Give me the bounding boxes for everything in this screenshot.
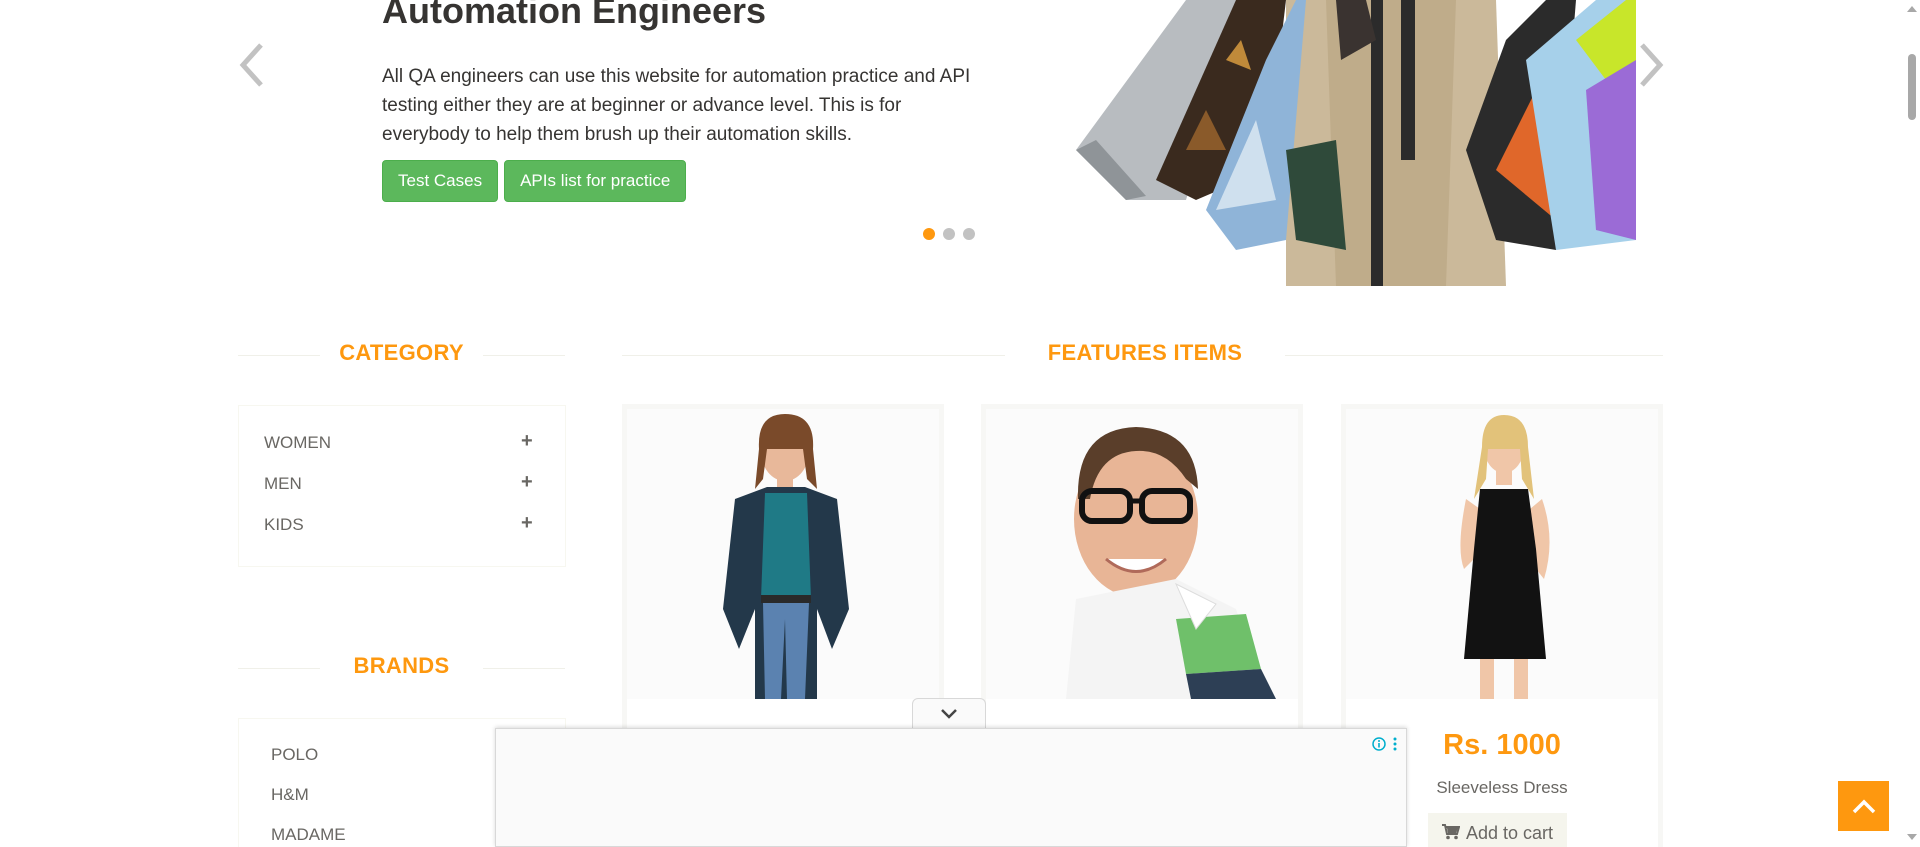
ad-banner[interactable] [495,728,1407,847]
scroll-thumb[interactable] [1908,54,1916,120]
ad-controls [1372,737,1398,751]
features-items-title: FEATURES ITEMS [1047,340,1243,365]
category-men[interactable]: MEN [264,474,302,494]
chevron-left-icon [239,43,263,87]
product-image-sleeveless-dress [1346,409,1658,699]
scroll-up-arrow-icon[interactable] [1907,6,1917,12]
category-title: CATEGORY [339,340,464,365]
product-image-man-polo [986,409,1298,699]
carousel: Automation Engineers All QA engineers ca… [0,0,1920,286]
chevron-right-icon [1640,43,1664,87]
slide-title: Automation Engineers [382,0,767,31]
apis-list-button[interactable]: APIs list for practice [504,160,687,202]
carousel-prev-arrow[interactable] [233,40,273,90]
page-scrollbar[interactable] [1903,0,1920,847]
features-divider-right [1285,355,1663,356]
features-divider-left [622,355,1005,356]
test-cases-button[interactable]: Test Cases [382,160,499,202]
slide-description: All QA engineers can use this website fo… [382,66,971,145]
chevron-down-icon [941,708,957,719]
shopping-cart-icon [1442,814,1461,847]
carousel-dot-1[interactable] [923,228,935,240]
ad-collapse-toggle[interactable] [912,698,986,728]
plus-icon[interactable]: + [521,471,533,494]
category-women[interactable]: WOMEN [264,433,331,453]
carousel-indicators [923,228,975,240]
more-options-icon[interactable] [1392,737,1398,751]
carousel-dot-2[interactable] [943,228,955,240]
category-divider-right [483,355,565,356]
brands-title: BRANDS [353,653,450,678]
category-kids[interactable]: KIDS [264,515,304,535]
slide-buttons: Test Cases APIs list for practice [382,160,687,202]
add-to-cart-label: Add to cart [1466,823,1554,843]
carousel-dot-3[interactable] [963,228,975,240]
category-panel: WOMEN + MEN + KIDS + [238,405,566,567]
plus-icon[interactable]: + [521,430,533,453]
brand-polo[interactable]: POLO [271,745,318,765]
slide-image-shopping-bags [1036,0,1636,286]
scroll-up-button[interactable] [1838,781,1889,831]
info-icon[interactable] [1372,737,1386,751]
carousel-next-arrow[interactable] [1630,40,1670,90]
category-divider-left [238,355,320,356]
brands-divider-right [483,668,565,669]
brands-divider-left [238,668,320,669]
plus-icon[interactable]: + [521,512,533,535]
brand-hm[interactable]: H&M [271,785,309,805]
scroll-down-arrow-icon[interactable] [1907,834,1917,840]
product-image-woman-cardigan [627,409,939,699]
brand-madame[interactable]: MADAME [271,825,346,845]
chevron-up-icon [1852,799,1875,814]
add-to-cart-button[interactable]: Add to cart [1428,813,1568,847]
